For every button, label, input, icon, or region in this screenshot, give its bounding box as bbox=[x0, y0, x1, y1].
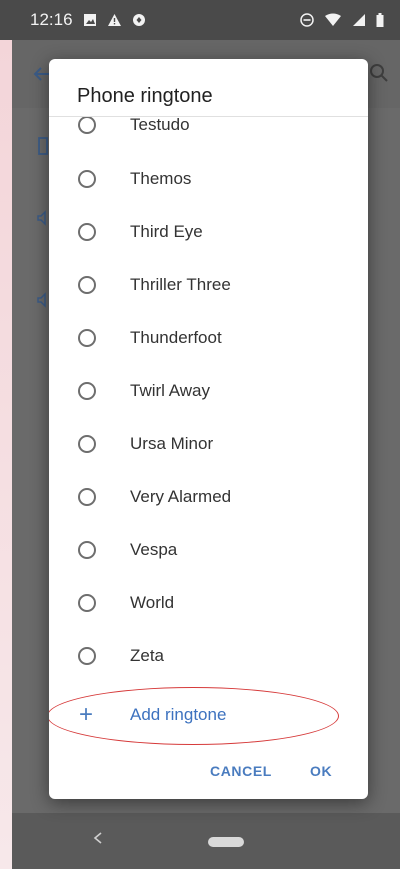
left-edge-decoration bbox=[0, 40, 12, 869]
nav-back-icon[interactable] bbox=[92, 831, 104, 850]
ringtone-item-thunderfoot[interactable]: Thunderfoot bbox=[49, 312, 368, 364]
ringtone-dialog: Phone ringtone Testudo Themos Third Eye … bbox=[49, 59, 368, 799]
status-right bbox=[300, 13, 384, 27]
ringtone-label: Zeta bbox=[130, 646, 165, 665]
do-not-disturb-icon bbox=[300, 13, 314, 27]
ringtone-item-themos[interactable]: Themos bbox=[49, 153, 368, 205]
ringtone-label: Thunderfoot bbox=[130, 328, 222, 347]
radio-button-unselected-icon[interactable] bbox=[78, 329, 96, 347]
ringtone-item-twirl-away[interactable]: Twirl Away bbox=[49, 365, 368, 417]
plus-icon: + bbox=[79, 701, 94, 728]
radio-button-unselected-icon[interactable] bbox=[78, 170, 96, 188]
radio-button-unselected-icon[interactable] bbox=[78, 117, 96, 134]
ringtone-item-vespa[interactable]: Vespa bbox=[49, 524, 368, 576]
status-left: 12:16 bbox=[30, 10, 146, 30]
radio-button-unselected-icon[interactable] bbox=[78, 488, 96, 506]
ringtone-item-thriller-three[interactable]: Thriller Three bbox=[49, 259, 368, 311]
radio-button-unselected-icon[interactable] bbox=[78, 382, 96, 400]
ringtone-item-third-eye[interactable]: Third Eye bbox=[49, 206, 368, 258]
dialog-title: Phone ringtone bbox=[77, 85, 213, 107]
ringtone-item-testudo[interactable]: Testudo bbox=[49, 117, 368, 151]
add-ringtone-label: Add ringtone bbox=[130, 705, 227, 724]
ringtone-label: Thriller Three bbox=[130, 275, 231, 294]
status-time: 12:16 bbox=[30, 10, 73, 29]
search-icon bbox=[368, 62, 390, 89]
dialog-actions: CANCEL OK bbox=[49, 749, 368, 793]
ringtone-label: World bbox=[130, 593, 175, 612]
ringtone-list[interactable]: Testudo Themos Third Eye Thriller Three … bbox=[49, 117, 368, 757]
navigation-bar bbox=[12, 813, 400, 869]
radio-button-unselected-icon[interactable] bbox=[78, 541, 96, 559]
nav-home-pill[interactable] bbox=[208, 837, 244, 847]
ringtone-label: Twirl Away bbox=[130, 381, 210, 400]
add-ringtone-item[interactable]: + Add ringtone bbox=[49, 690, 368, 740]
ringtone-item-ursa-minor[interactable]: Ursa Minor bbox=[49, 418, 368, 470]
ringtone-label: Vespa bbox=[130, 540, 178, 559]
ringtone-item-world[interactable]: World bbox=[49, 577, 368, 629]
ringtone-label: Very Alarmed bbox=[130, 487, 232, 506]
radio-button-unselected-icon[interactable] bbox=[78, 594, 96, 612]
ringtone-item-zeta[interactable]: Zeta bbox=[49, 630, 368, 682]
battery-icon bbox=[376, 13, 384, 27]
wifi-icon bbox=[324, 13, 342, 27]
radio-button-unselected-icon[interactable] bbox=[78, 435, 96, 453]
cancel-button[interactable]: CANCEL bbox=[204, 759, 278, 783]
ringtone-label: Themos bbox=[130, 169, 192, 188]
ringtone-item-very-alarmed[interactable]: Very Alarmed bbox=[49, 471, 368, 523]
vibrate-icon bbox=[36, 136, 50, 161]
signal-icon bbox=[352, 13, 366, 27]
radio-button-unselected-icon[interactable] bbox=[78, 223, 96, 241]
warning-icon bbox=[107, 13, 122, 27]
status-bar: 12:16 bbox=[0, 0, 400, 40]
ringtone-label: Ursa Minor bbox=[130, 434, 214, 453]
ok-button[interactable]: OK bbox=[304, 759, 338, 783]
radio-button-unselected-icon[interactable] bbox=[78, 647, 96, 665]
ringtone-label: Testudo bbox=[130, 117, 190, 134]
radio-button-unselected-icon[interactable] bbox=[78, 276, 96, 294]
ringtone-label: Third Eye bbox=[130, 222, 203, 241]
image-icon bbox=[83, 13, 97, 27]
shield-icon bbox=[132, 13, 146, 27]
